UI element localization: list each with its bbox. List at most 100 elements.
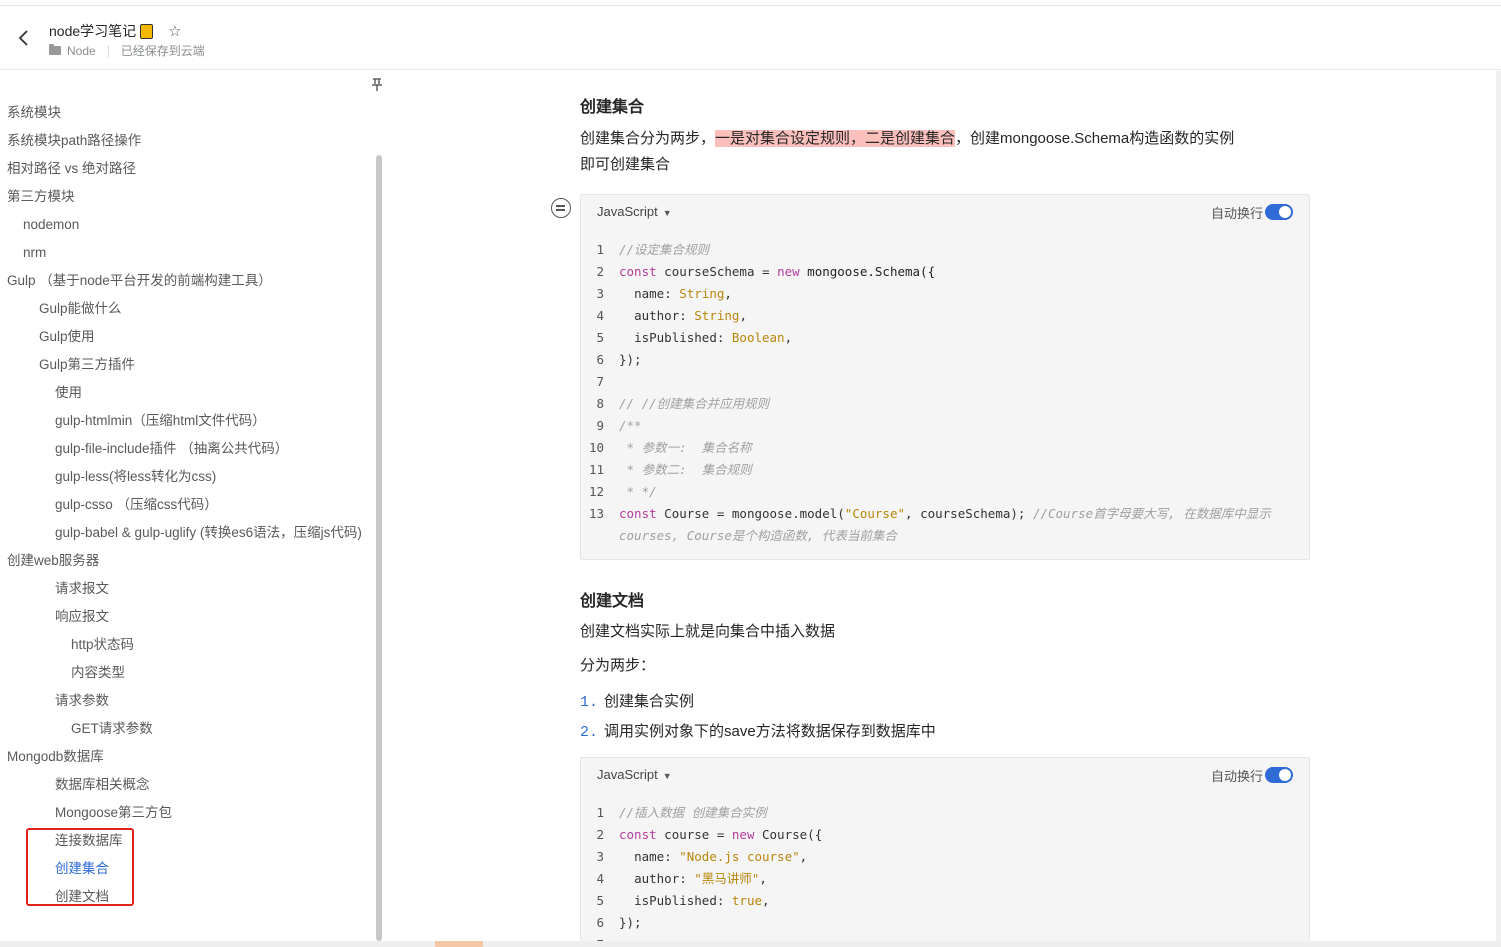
code-line[interactable]: 5 isPublished: Boolean, <box>581 327 1309 349</box>
paragraph-text: 即可创建集合 <box>580 156 671 173</box>
line-content: name: "Node.js course", <box>619 846 1309 868</box>
horizontal-scrollbar[interactable] <box>0 941 1501 947</box>
code-line[interactable]: 9 /** <box>581 415 1309 437</box>
code-token: Course({ <box>754 827 823 842</box>
content-scrollbar[interactable] <box>1496 71 1501 941</box>
wrap-toggle[interactable] <box>1265 767 1293 783</box>
outline-item[interactable]: gulp-htmlmin（压缩html文件代码） <box>0 407 376 435</box>
outline-item[interactable]: gulp-csso （压缩css代码） <box>0 491 376 519</box>
code-line[interactable]: 11 * 参数二: 集合规则 <box>581 459 1309 481</box>
save-status: 已经保存到云端 <box>120 44 205 58</box>
language-select[interactable]: JavaScript ▼ <box>597 204 672 219</box>
code-line[interactable]: 1 //插入数据 创建集合实例 <box>581 802 1309 824</box>
wrap-label: 自动换行 <box>1210 206 1263 221</box>
back-button[interactable] <box>14 26 34 50</box>
code-token: true <box>731 893 763 908</box>
code-token: , <box>724 286 732 301</box>
code-line[interactable]: 2 const course = new Course({ <box>581 824 1309 846</box>
outline-item[interactable]: 请求报文 <box>0 575 376 603</box>
line-content: * 参数二: 集合规则 <box>619 459 1309 481</box>
line-number: 8 <box>596 396 604 411</box>
outline-item[interactable]: Gulp使用 <box>0 323 376 351</box>
outline-item[interactable]: 数据库相关概念 <box>0 771 376 799</box>
code-line[interactable]: 4 author: "黑马讲师", <box>581 868 1309 890</box>
code-line[interactable]: 7 <box>581 934 1309 941</box>
outline-item[interactable]: 系统模块 <box>0 99 376 127</box>
language-select[interactable]: JavaScript ▼ <box>597 767 672 782</box>
outline-item[interactable]: Mongoose第三方包 <box>0 799 376 827</box>
code-line[interactable]: 2 const courseSchema = new mongoose.Schem… <box>581 261 1309 283</box>
code-token: isPublished: <box>619 893 732 908</box>
wrap-label: 自动换行 <box>1210 769 1263 784</box>
pin-icon[interactable] <box>370 77 386 95</box>
outline-item[interactable]: Gulp能做什么 <box>0 295 376 323</box>
scrollbar-thumb[interactable] <box>435 941 483 947</box>
highlighted-text: 一是对集合设定规则，二是创建集合 <box>715 130 956 147</box>
sidebar-scrollbar[interactable] <box>376 155 382 941</box>
code-token: "Node.js course" <box>679 849 800 864</box>
chevron-left-icon <box>18 30 28 46</box>
outline-item[interactable]: Mongodb数据库 <box>0 743 376 771</box>
outline-item[interactable]: nodemon <box>0 211 376 239</box>
list-text: 创建集合实例 <box>604 693 695 710</box>
code-token: Course = mongoose.model( <box>656 506 845 521</box>
code-line[interactable]: 8 // //创建集合并应用规则 <box>581 393 1309 415</box>
code-line[interactable]: 1 //设定集合规则 <box>581 239 1309 261</box>
outline-item[interactable]: 请求参数 <box>0 687 376 715</box>
outline-item[interactable]: 系统模块path路径操作 <box>0 127 376 155</box>
code-token: course = <box>656 827 732 842</box>
outline-item[interactable]: 使用 <box>0 379 376 407</box>
outline-item[interactable]: http状态码 <box>0 631 376 659</box>
line-number: 6 <box>596 915 604 930</box>
line-number: 12 <box>588 484 604 499</box>
document-header: node学习笔记 ☆ Node 已经保存到云端 <box>0 6 1501 70</box>
folder-name[interactable]: Node <box>67 44 96 58</box>
outline-item[interactable]: gulp-less(将less转化为css) <box>0 463 376 491</box>
code-line[interactable]: 7 <box>581 371 1309 393</box>
code-line[interactable]: 10 * 参数一: 集合名称 <box>581 437 1309 459</box>
code-line[interactable]: 4 author: String, <box>581 305 1309 327</box>
doc-meta: Node 已经保存到云端 <box>49 42 205 59</box>
doc-title[interactable]: node学习笔记 <box>49 21 136 41</box>
block-menu-icon[interactable] <box>551 198 571 218</box>
code-token: , courseSchema); <box>905 506 1033 521</box>
outline-item[interactable]: Gulp第三方插件 <box>0 351 376 379</box>
outline-item[interactable]: gulp-babel & gulp-uglify (转换es6语法，压缩js代码… <box>0 519 376 547</box>
code-token: , <box>759 871 767 886</box>
code-line[interactable]: 3 name: String, <box>581 283 1309 305</box>
code-line[interactable]: 12 * */ <box>581 481 1309 503</box>
line-content: const courseSchema = new mongoose.Schema… <box>619 261 1309 283</box>
notebook-icon <box>140 23 154 39</box>
outline-item[interactable]: nrm <box>0 239 376 267</box>
outline-item[interactable]: Gulp （基于node平台开发的前端构建工具） <box>0 267 376 295</box>
code-line[interactable]: 6}); <box>581 349 1309 371</box>
code-block-header: JavaScript ▼ 自动换行 <box>581 758 1309 792</box>
outline-item[interactable]: GET请求参数 <box>0 715 376 743</box>
code-block[interactable]: JavaScript ▼ 自动换行 1 //插入数据 创建集合实例 2 const co… <box>580 757 1310 941</box>
outline-item[interactable]: 内容类型 <box>0 659 376 687</box>
line-content: }); <box>619 349 1309 371</box>
code-block[interactable]: JavaScript ▼ 自动换行 1 //设定集合规则 2 const courseS… <box>580 194 1310 560</box>
line-number: 2 <box>596 264 604 279</box>
outline-item[interactable]: gulp-file-include插件 （抽离公共代码） <box>0 435 376 463</box>
code-token: , <box>784 330 793 345</box>
code-token: isPublished: <box>619 330 732 345</box>
outline-item[interactable]: 响应报文 <box>0 603 376 631</box>
code-line[interactable]: 6}); <box>581 912 1309 934</box>
code-token: Boolean <box>731 330 785 345</box>
line-content <box>619 934 1309 941</box>
line-number: 3 <box>596 286 604 301</box>
code-line[interactable]: 3 name: "Node.js course", <box>581 846 1309 868</box>
outline-item[interactable]: 创建web服务器 <box>0 547 376 575</box>
code-token: mongoose.Schema({ <box>799 264 936 279</box>
outline-item[interactable]: 相对路径 vs 绝对路径 <box>0 155 376 183</box>
code-token: author: <box>619 308 695 323</box>
code-line[interactable]: 13 const Course = mongoose.model("Course"… <box>581 503 1309 547</box>
wrap-toggle[interactable] <box>1265 204 1293 220</box>
line-number: 10 <box>588 440 604 455</box>
code-token: , <box>739 308 747 323</box>
outline-item[interactable]: 第三方模块 <box>0 183 376 211</box>
star-icon[interactable]: ☆ <box>168 22 181 40</box>
code-line[interactable]: 5 isPublished: true, <box>581 890 1309 912</box>
code-token: //设定集合规则 <box>619 242 710 257</box>
